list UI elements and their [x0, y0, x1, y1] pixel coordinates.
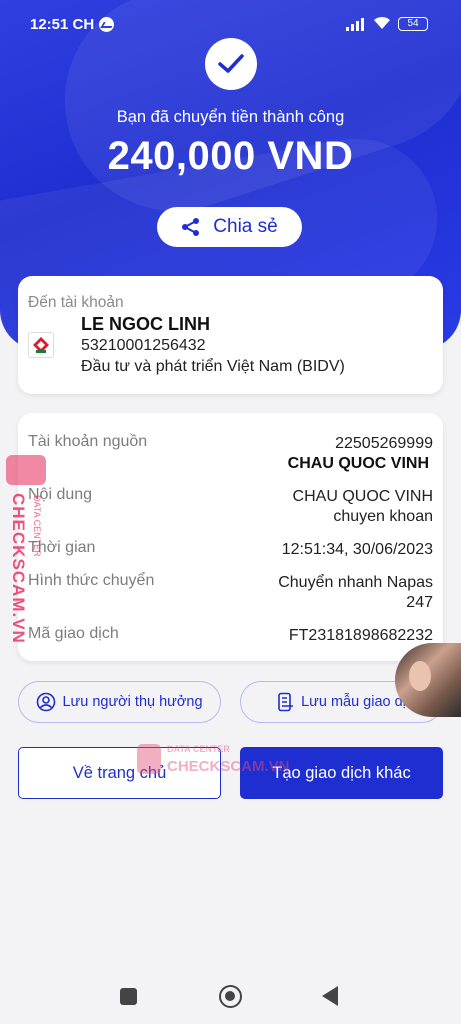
detail-value: CHAU QUOC VINH: [292, 488, 433, 505]
home-icon[interactable]: [219, 985, 242, 1008]
recent-apps-icon[interactable]: [120, 988, 137, 1005]
detail-value: 247: [406, 594, 433, 611]
detail-value: Chuyển nhanh Napas: [278, 574, 433, 591]
bidv-logo-icon: [28, 332, 54, 358]
recipient-label: Đến tài khoản: [28, 294, 124, 311]
battery-icon: 54: [398, 17, 428, 31]
document-icon: [278, 692, 294, 712]
new-transaction-label: Tạo giao dịch khác: [272, 763, 411, 782]
watermark-subtext: DATA CENTER: [32, 495, 42, 557]
recipient-bank: Đầu tư và phát triển Việt Nam (BIDV): [81, 358, 345, 375]
transfer-amount: 240,000 VND: [107, 134, 354, 178]
floating-avatar[interactable]: [395, 643, 461, 717]
success-check-icon: [205, 38, 257, 90]
success-message: Bạn đã chuyển tiền thành công: [116, 108, 345, 126]
back-icon[interactable]: [322, 986, 338, 1006]
watermark-text: CHECKSCAM.VN: [9, 493, 28, 644]
wifi-icon: [374, 16, 390, 29]
detail-label: Tài khoản nguồn: [28, 433, 148, 450]
watermark-center: DATA CENTER CHECKSCAM.VN: [137, 742, 290, 782]
system-navigation-bar: [0, 968, 461, 1024]
lock-icon: [6, 455, 46, 485]
share-label: Chia sẻ: [213, 216, 278, 237]
save-template-label: Lưu mẫu giao dị: [301, 694, 406, 710]
source-account-number: 22505269999: [335, 435, 433, 452]
detail-value: 12:51:34, 30/06/2023: [281, 541, 433, 558]
detail-value: chuyen khoan: [333, 508, 433, 525]
recipient-account-number: 53210001256432: [81, 337, 206, 354]
transaction-details-card: Tài khoản nguồn 22505269999 CHAU QUOC VI…: [18, 413, 443, 661]
user-icon: [37, 692, 56, 712]
watermark: CHECKSCAM.VN DATA CENTER: [6, 455, 48, 655]
messenger-icon: [99, 17, 114, 32]
watermark-text: CHECKSCAM.VN: [167, 758, 290, 775]
save-beneficiary-label: Lưu người thụ hưởng: [62, 694, 203, 710]
save-beneficiary-button[interactable]: Lưu người thụ hưởng: [18, 681, 221, 723]
signal-icon: [346, 17, 368, 31]
share-icon: [182, 218, 200, 236]
lock-icon: [137, 744, 161, 774]
watermark-subtext: DATA CENTER: [167, 744, 230, 754]
transaction-id: FT23181898682232: [288, 627, 433, 644]
share-button[interactable]: Chia sẻ: [157, 207, 302, 247]
recipient-card: Đến tài khoản LE NGOC LINH 5321000125643…: [18, 276, 443, 394]
source-account-name: CHAU QUOC VINH: [287, 455, 429, 472]
status-time: 12:51 CH: [30, 16, 95, 33]
recipient-name: LE NGOC LINH: [81, 314, 210, 334]
